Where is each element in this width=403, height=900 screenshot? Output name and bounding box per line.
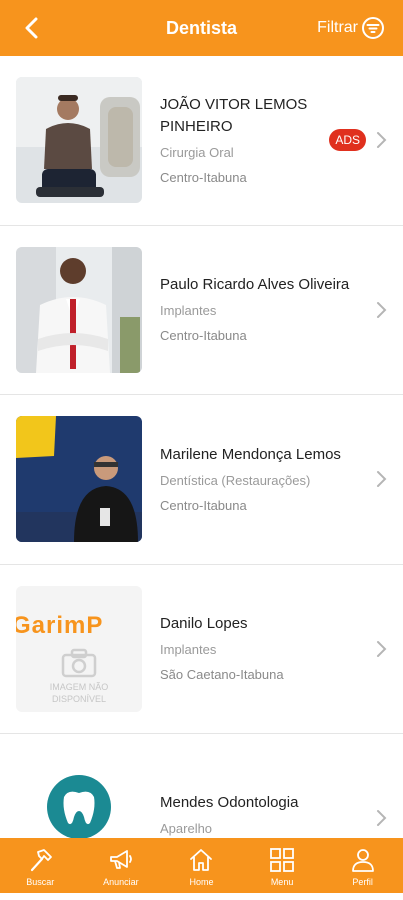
page-title: Dentista — [165, 17, 237, 38]
list-item[interactable]: Mendes Odontologia Aparelho — [0, 734, 403, 838]
dentist-photo — [16, 416, 142, 543]
dentist-specialty: Cirurgia Oral — [160, 144, 234, 160]
list-item[interactable]: GarimP IMAGEM NÃO DISPONÍVEL Danilo Lope… — [0, 565, 403, 734]
dentist-photo-placeholder: GarimP IMAGEM NÃO DISPONÍVEL — [16, 585, 142, 712]
tab-buscar[interactable]: Buscar — [0, 838, 81, 893]
filter-button[interactable]: Filtrar — [317, 14, 385, 42]
tab-menu[interactable]: Menu — [242, 838, 323, 893]
chevron-right-icon — [377, 471, 387, 488]
tab-home[interactable]: Home — [161, 838, 242, 893]
grid-icon — [270, 848, 294, 872]
tab-label: Anunciar — [103, 877, 139, 887]
list-item[interactable]: Paulo Ricardo Alves Oliveira Implantes C… — [0, 226, 403, 395]
chevron-right-icon — [377, 301, 387, 318]
dentist-specialty: Dentística (Restaurações) — [160, 472, 311, 488]
dentist-specialty: Implantes — [160, 642, 217, 658]
filter-icon — [361, 16, 385, 40]
tab-perfil[interactable]: Perfil — [322, 838, 403, 893]
image-unavailable-line1: IMAGEM NÃO — [49, 681, 109, 692]
dentist-name: Danilo Lopes — [160, 615, 248, 633]
chevron-right-icon — [377, 132, 387, 149]
image-unavailable-line2: DISPONÍVEL — [51, 693, 107, 704]
hammer-icon — [31, 849, 53, 872]
list-item[interactable]: JOÃO VITOR LEMOS PINHEIRO Cirurgia Oral … — [0, 56, 403, 226]
chevron-left-icon — [25, 17, 38, 39]
dentist-name: Paulo Ricardo Alves Oliveira — [160, 276, 350, 294]
chevron-right-icon — [377, 810, 387, 827]
back-button[interactable] — [18, 14, 46, 42]
list-item[interactable]: Marilene Mendonça Lemos Dentística (Rest… — [0, 395, 403, 565]
home-icon — [190, 849, 213, 871]
camera-icon — [61, 648, 97, 677]
dentist-photo — [16, 246, 142, 373]
tab-label: Perfil — [352, 877, 373, 887]
app-header: Dentista Filtrar — [0, 0, 403, 56]
sign-logo-text: GarimP — [16, 611, 104, 639]
dentist-location: Centro-Itabuna — [160, 169, 247, 185]
dentist-photo — [16, 77, 142, 204]
chevron-right-icon — [377, 640, 387, 657]
tab-label: Buscar — [26, 877, 55, 887]
dentist-specialty: Aparelho — [160, 820, 213, 836]
dentist-name: Marilene Mendonça Lemos — [160, 445, 341, 463]
person-icon — [351, 849, 374, 872]
dentist-list: JOÃO VITOR LEMOS PINHEIRO Cirurgia Oral … — [0, 56, 403, 838]
dentist-location: Centro-Itabuna — [160, 497, 247, 513]
bottom-tab-bar: Buscar Anunciar Home Menu Perfil — [0, 838, 403, 893]
megaphone-icon — [109, 850, 132, 869]
dentist-specialty: Implantes — [160, 303, 217, 319]
tab-label: Menu — [270, 877, 294, 887]
ads-badge: ADS — [329, 129, 366, 152]
dentist-location: São Caetano-Itabuna — [160, 667, 284, 683]
tab-label: Home — [189, 877, 214, 887]
filter-label: Filtrar — [317, 19, 358, 36]
bottom-strip — [0, 893, 403, 900]
tab-anunciar[interactable]: Anunciar — [81, 838, 162, 893]
dentist-location: Centro-Itabuna — [160, 328, 247, 344]
dentist-name: JOÃO VITOR LEMOS PINHEIRO — [160, 95, 308, 135]
dentist-name: Mendes Odontologia — [160, 793, 299, 811]
clinic-logo — [16, 755, 142, 838]
